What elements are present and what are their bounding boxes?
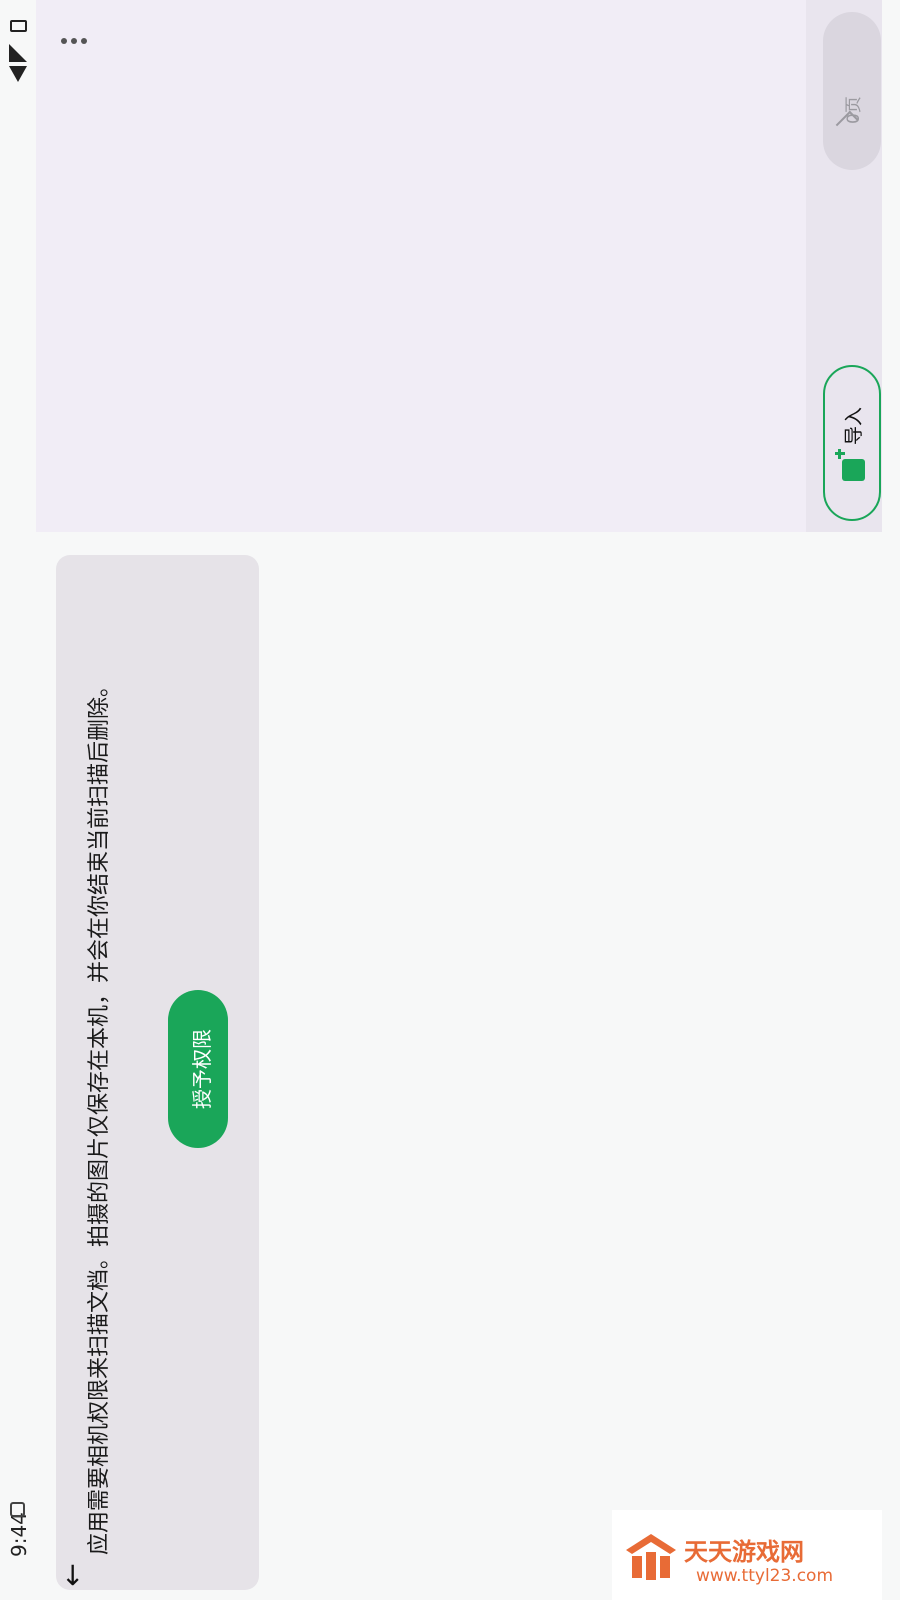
grant-permission-label: 授予权限	[190, 1029, 214, 1109]
camera-preview	[36, 0, 882, 532]
permission-message: 应用需要相机权限来扫描文档。拍摄的图片仅保存在本机，并会在你结束当前扫描后删除。	[87, 674, 112, 1555]
import-label: 导入	[843, 406, 865, 445]
more-options-icon[interactable]	[60, 33, 88, 44]
grant-permission-button[interactable]: 授予权限	[168, 990, 228, 1148]
more-horizontal-icon	[61, 38, 87, 44]
watermark: 天天游戏网 www.ttyl23.com	[612, 1510, 882, 1600]
notification-icon	[10, 1502, 25, 1517]
signal-icon	[9, 44, 27, 62]
watermark-logo-icon	[626, 1534, 676, 1580]
status-bar: 9:44	[0, 0, 36, 1600]
watermark-url: www.ttyl23.com	[696, 1566, 834, 1586]
battery-icon	[10, 20, 27, 32]
status-time: 9:44	[7, 1512, 31, 1557]
watermark-text: 天天游戏网	[684, 1538, 804, 1566]
pages-button[interactable]: 0页	[823, 12, 881, 170]
import-button[interactable]: 导入	[823, 365, 881, 521]
image-add-icon	[835, 449, 865, 481]
pages-label: 0页	[844, 96, 864, 124]
wifi-icon	[9, 66, 27, 82]
permission-card: 应用需要相机权限来扫描文档。拍摄的图片仅保存在本机，并会在你结束当前扫描后删除。…	[56, 555, 259, 1590]
arrow-back-icon[interactable]: ←	[56, 1563, 89, 1586]
